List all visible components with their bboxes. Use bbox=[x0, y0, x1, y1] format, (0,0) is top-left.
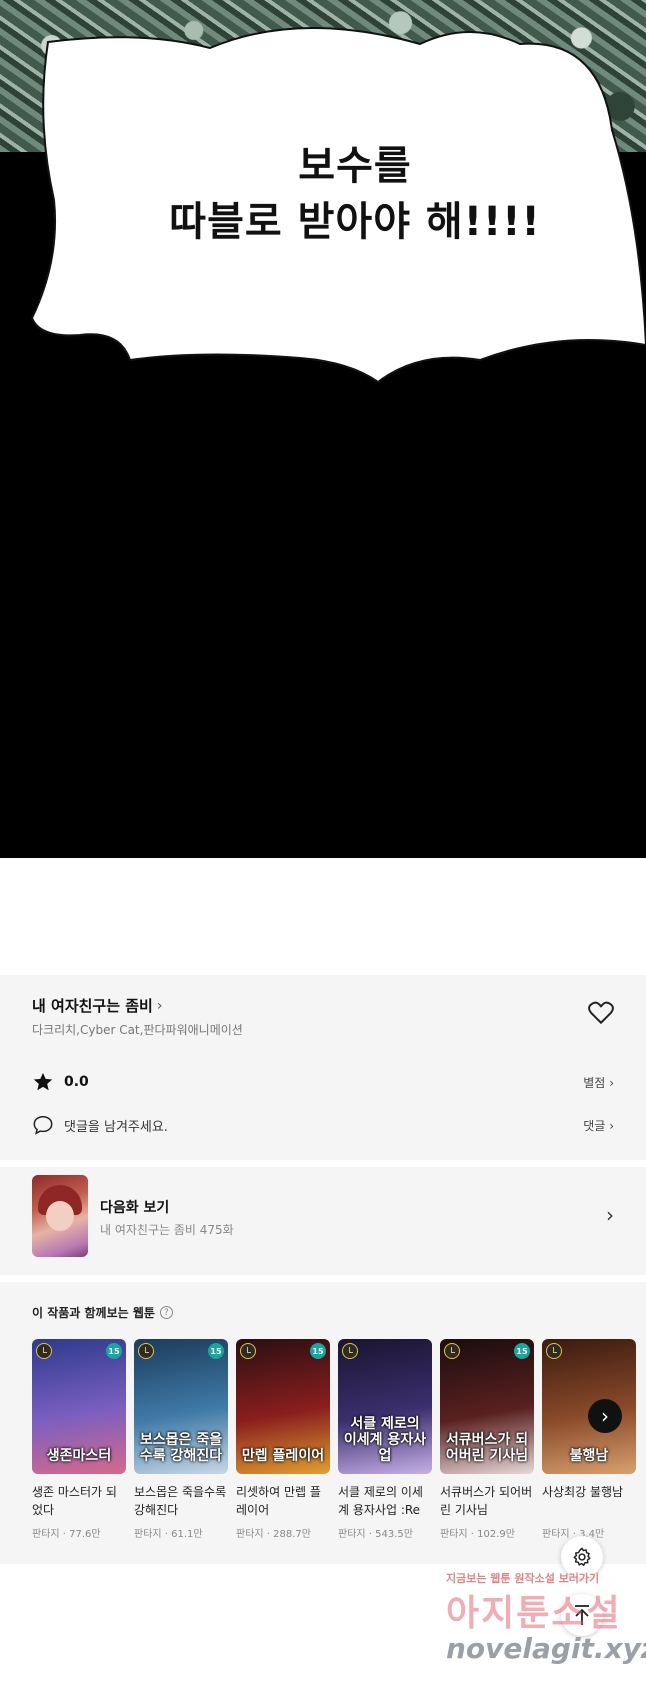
next-episode-label: 다음화 보기 bbox=[100, 1200, 170, 1216]
chevron-right-icon: › bbox=[609, 1076, 614, 1090]
recommendation-cover: 서클 제로의 이세계 용자사업 bbox=[338, 1339, 432, 1474]
recommendation-cover: 불행남 bbox=[542, 1339, 636, 1474]
recommendations-heading: 이 작품과 함께보는 웹툰 ? bbox=[32, 1304, 173, 1321]
recommendation-card[interactable]: 15 서큐버스가 되어버린 기사님 서큐버스가 되어버린 기사님 판타지 · 102.… bbox=[440, 1339, 534, 1539]
recommendation-meta: 판타지 · 543.5만 bbox=[338, 1529, 413, 1539]
wait-free-clock-icon bbox=[240, 1343, 256, 1359]
series-title: 내 여자친구는 좀비 bbox=[32, 997, 153, 1015]
recommendation-cover: 15 보스몹은 죽을수록 강해진다 bbox=[134, 1339, 228, 1474]
chevron-right-icon: › bbox=[601, 1404, 609, 1428]
recommendation-title: 보스몹은 죽을수록 강해진다 bbox=[134, 1485, 227, 1517]
watermark-url: novelagit.xyz bbox=[446, 1632, 646, 1665]
heart-icon[interactable] bbox=[588, 1001, 614, 1025]
recommendation-cover: 15 서큐버스가 되어버린 기사님 bbox=[440, 1339, 534, 1474]
recommendation-title: 서클 제로의 이세계 용자사업 :Re bbox=[338, 1485, 423, 1517]
recommendation-card[interactable]: 불행남 사상최강 불행남 판타지 · 3.4만 bbox=[542, 1339, 636, 1539]
chevron-right-icon: › bbox=[156, 997, 163, 1014]
next-episode-thumbnail bbox=[32, 1175, 88, 1257]
watermark-logo: 아지툰소설 bbox=[446, 1593, 622, 1634]
wait-free-clock-icon bbox=[444, 1343, 460, 1359]
star-icon bbox=[33, 1072, 53, 1091]
rate-button-label: 별점 bbox=[583, 1076, 606, 1090]
rating-row: 0.0 bbox=[32, 1071, 89, 1093]
recommendation-card[interactable]: 15 만렙 플레이어리셋하여 만렙 플레이어판타지 · 288.7만 bbox=[236, 1339, 330, 1539]
cover-logo-text: 서클 제로의 이세계 용자사업 bbox=[343, 1416, 427, 1464]
help-icon[interactable]: ? bbox=[159, 1306, 173, 1319]
recommendation-carousel: 15 생존마스터생존 마스터가 되었다판타지 · 77.6만 15 보스몹은 죽을수록… bbox=[32, 1339, 646, 1539]
recommendation-card[interactable]: 서클 제로의 이세계 용자사업서클 제로의 이세계 용자사업 :Re 판타지 · … bbox=[338, 1339, 432, 1539]
age-rating-badge: 15 bbox=[310, 1343, 326, 1359]
age-rating-badge: 15 bbox=[514, 1343, 530, 1359]
comment-prompt[interactable]: 댓글을 남겨주세요. bbox=[32, 1114, 168, 1136]
speech-line-1: 보수를 bbox=[298, 143, 412, 189]
gear-icon bbox=[573, 1547, 591, 1566]
carousel-next-button[interactable]: › bbox=[588, 1399, 622, 1433]
series-title-link[interactable]: 내 여자친구는 좀비 › bbox=[32, 995, 162, 1016]
recommendation-title: 서큐버스가 되어버린 기사님 bbox=[440, 1485, 533, 1517]
wait-free-clock-icon bbox=[36, 1343, 52, 1359]
comments-button-label: 댓글 bbox=[583, 1119, 606, 1133]
recommendation-card[interactable]: 15 생존마스터생존 마스터가 되었다판타지 · 77.6만 bbox=[32, 1339, 126, 1539]
recommendation-title: 리셋하여 만렙 플레이어 bbox=[236, 1485, 321, 1517]
series-info-card: 내 여자친구는 좀비 › 다크리치,Cyber Cat,판다파워애니메이션 0.… bbox=[0, 975, 646, 1160]
comment-bubble-icon bbox=[33, 1116, 53, 1135]
cover-logo-text: 불행남 bbox=[569, 1448, 609, 1464]
cover-logo-text: 서큐버스가 되어버린 기사님 bbox=[445, 1432, 529, 1464]
recommendation-meta: 판타지 · 102.9만 bbox=[440, 1529, 515, 1539]
recommendations-heading-text: 이 작품과 함께보는 웹툰 bbox=[32, 1306, 155, 1320]
wait-free-clock-icon bbox=[342, 1343, 358, 1359]
series-authors: 다크리치,Cyber Cat,판다파워애니메이션 bbox=[32, 1023, 243, 1037]
recommendation-meta: 판타지 · 288.7만 bbox=[236, 1529, 311, 1539]
next-episode-subtitle: 내 여자친구는 좀비 475화 bbox=[100, 1223, 234, 1237]
wait-free-clock-icon bbox=[546, 1343, 562, 1359]
cover-logo-text: 생존마스터 bbox=[46, 1448, 112, 1464]
comment-placeholder: 댓글을 남겨주세요. bbox=[64, 1119, 168, 1135]
speech-text: 보수를 따블로 받아야 해!!!! bbox=[140, 138, 570, 250]
chevron-right-icon: › bbox=[606, 1203, 614, 1227]
age-rating-badge: 15 bbox=[106, 1343, 122, 1359]
recommendation-cover: 15 생존마스터 bbox=[32, 1339, 126, 1474]
recommendation-card[interactable]: 15 보스몹은 죽을수록 강해진다 보스몹은 죽을수록 강해진다 판타지 · 61.1… bbox=[134, 1339, 228, 1539]
comic-panel: 보수를 따블로 받아야 해!!!! bbox=[0, 0, 646, 858]
comments-button[interactable]: 댓글 › bbox=[583, 1117, 614, 1134]
recommendation-meta: 판타지 · 61.1만 bbox=[134, 1529, 203, 1539]
chevron-right-icon: › bbox=[609, 1119, 614, 1133]
rate-button[interactable]: 별점 › bbox=[583, 1074, 614, 1091]
speech-line-2: 따블로 받아야 해!!!! bbox=[169, 199, 541, 245]
recommendation-title: 생존 마스터가 되었다 bbox=[32, 1485, 117, 1517]
recommendations-section: 이 작품과 함께보는 웹툰 ? 15 생존마스터생존 마스터가 되었다판타지 · … bbox=[0, 1282, 646, 1564]
rating-value: 0.0 bbox=[64, 1074, 89, 1090]
cover-logo-text: 보스몹은 죽을수록 강해진다 bbox=[139, 1432, 223, 1464]
cover-logo-text: 만렙 플레이어 bbox=[241, 1448, 325, 1464]
recommendation-meta: 판타지 · 77.6만 bbox=[32, 1529, 101, 1539]
recommendation-cover: 15 만렙 플레이어 bbox=[236, 1339, 330, 1474]
age-rating-badge: 15 bbox=[208, 1343, 224, 1359]
wait-free-clock-icon bbox=[138, 1343, 154, 1359]
recommendation-title: 사상최강 불행남 bbox=[542, 1485, 624, 1499]
next-episode-card[interactable]: 다음화 보기 내 여자친구는 좀비 475화 › bbox=[0, 1167, 646, 1275]
